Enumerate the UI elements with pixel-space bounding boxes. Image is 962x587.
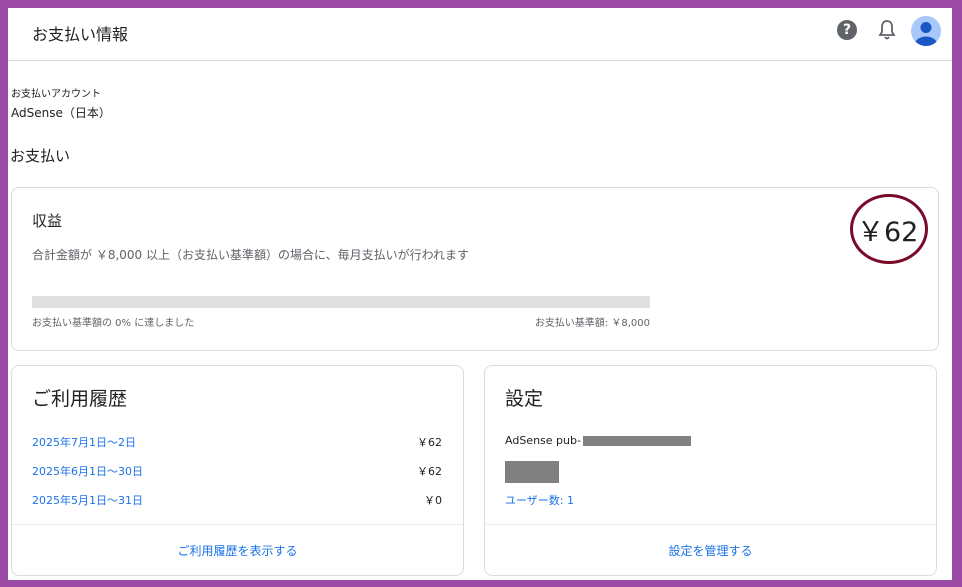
history-card: ご利用履歴 2025年7月1日～2日 ￥62 2025年6月1日～30日 ￥62… [11,365,464,576]
account-avatar-icon[interactable] [911,16,941,46]
threshold-label: お支払い基準額: ￥8,000 [534,318,650,329]
history-period-link[interactable]: 2025年5月1日～31日 [32,492,143,508]
publisher-id: AdSense pub- [505,434,691,447]
settings-card-footer: 設定を管理する [485,524,936,575]
history-amount: ￥0 [424,494,442,507]
earnings-description: 合計金額が ￥8,000 以上（お支払い基準額）の場合に、毎月支払いが行われます [32,248,470,262]
view-history-link[interactable]: ご利用履歴を表示する [12,542,463,559]
annotation-circle [850,194,928,264]
history-card-footer: ご利用履歴を表示する [12,524,463,575]
payments-heading: お支払い [10,147,71,165]
history-amount: ￥62 [417,436,442,449]
earnings-card: 収益 合計金額が ￥8,000 以上（お支払い基準額）の場合に、毎月支払いが行わ… [11,187,939,351]
payment-threshold-progress-bar [32,296,650,308]
users-link[interactable]: ユーザー数: 1 [505,492,574,508]
settings-card: 設定 AdSense pub- ユーザー数: 1 設定を管理する [484,365,937,576]
history-period-link[interactable]: 2025年7月1日～2日 [32,434,136,450]
history-title: ご利用履歴 [32,388,128,410]
history-row: 2025年7月1日～2日 ￥62 [32,434,442,452]
history-row: 2025年6月1日～30日 ￥62 [32,463,442,481]
history-row: 2025年5月1日～31日 ￥0 [32,492,442,510]
top-bar: お支払い情報 ? [8,8,952,61]
publisher-id-prefix: AdSense pub- [505,434,581,447]
manage-settings-link[interactable]: 設定を管理する [485,542,936,559]
payment-account-label: お支払いアカウント [11,89,101,100]
redacted-publisher-id [582,436,691,446]
redacted-info [505,461,559,483]
settings-title: 設定 [505,388,544,410]
help-circle-icon[interactable]: ? [837,20,857,40]
progress-label: お支払い基準額の 0% に達しました [32,318,195,329]
app-frame: お支払い情報 ? お支払いアカウント AdSense（日本） お支払い 収益 合… [8,8,952,580]
bell-icon[interactable] [877,19,897,41]
history-amount: ￥62 [417,465,442,478]
payment-account-value: AdSense（日本） [11,106,111,120]
history-period-link[interactable]: 2025年6月1日～30日 [32,463,143,479]
earnings-title: 収益 [32,212,63,230]
page-title: お支払い情報 [32,25,129,44]
